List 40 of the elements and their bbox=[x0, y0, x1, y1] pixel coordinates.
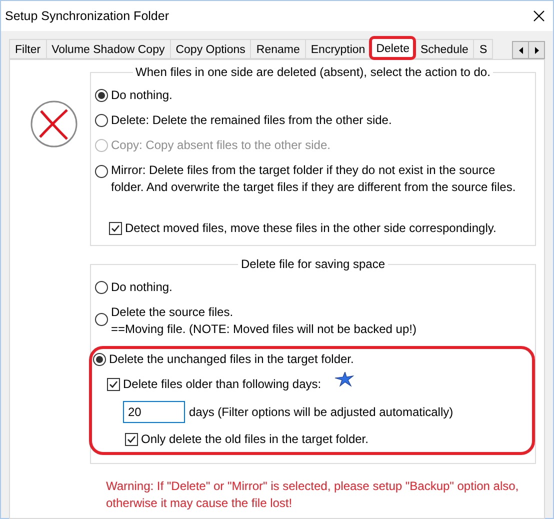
tab[interactable]: Delete bbox=[370, 37, 416, 59]
tab[interactable]: Filter bbox=[9, 39, 47, 59]
option-label: Do nothing. bbox=[111, 87, 172, 104]
radio-button[interactable] bbox=[95, 165, 108, 178]
scroll-left-button[interactable] bbox=[512, 41, 529, 59]
radio-button[interactable] bbox=[95, 313, 108, 326]
days-label: days (Filter options will be adjusted automatically) bbox=[189, 404, 454, 420]
radio-button[interactable] bbox=[95, 281, 108, 294]
radio-button[interactable] bbox=[95, 114, 108, 127]
option-label: Delete: Delete the remained files from the other side. bbox=[111, 112, 392, 129]
option-label: Delete the source files. ==Moving file. (NOTE: Moved files will not be backed up!) bbox=[111, 304, 416, 338]
checkbox[interactable] bbox=[125, 433, 138, 446]
checkbox-label: Detect moved files, move these files in the other side correspondingly. bbox=[125, 220, 496, 237]
option-label: Do nothing. bbox=[111, 279, 172, 296]
tab[interactable]: S bbox=[473, 39, 494, 59]
checkbox[interactable] bbox=[107, 378, 120, 391]
left-arrow-icon bbox=[518, 46, 522, 54]
warning-text: Warning: If "Delete" or "Mirror" is selected, please setup "Backup" option also, otherwise it may cause the file lost! bbox=[106, 478, 520, 512]
group-title: When files in one side are deleted (absent), select the action to do. bbox=[132, 65, 494, 79]
option-label: Copy: Copy absent files to the other side. bbox=[111, 137, 330, 154]
checkbox[interactable] bbox=[109, 222, 122, 235]
tab[interactable]: Volume Shadow Copy bbox=[46, 39, 171, 59]
window-title: Setup Synchronization Folder bbox=[5, 9, 169, 23]
scroll-right-button[interactable] bbox=[528, 41, 545, 59]
radio-button[interactable] bbox=[93, 353, 106, 366]
checkbox-label: Only delete the old files in the target folder. bbox=[141, 431, 368, 448]
delete-icon bbox=[30, 100, 78, 148]
tab[interactable]: Copy Options bbox=[170, 39, 252, 59]
right-arrow-icon bbox=[534, 46, 538, 54]
tab[interactable]: Schedule bbox=[414, 39, 474, 59]
checkbox-label: Delete files older than following days: bbox=[123, 376, 322, 393]
option-label: Mirror: Delete files from the target folder if they do not exist in the source folder. And overwrite the target files if they are different from the source files. bbox=[111, 162, 517, 196]
close-icon[interactable] bbox=[533, 10, 545, 22]
sparkle-icon bbox=[332, 372, 354, 388]
radio-button[interactable] bbox=[95, 89, 108, 102]
tab[interactable]: Encryption bbox=[304, 39, 372, 59]
group-title: Delete file for saving space bbox=[238, 257, 388, 271]
tab[interactable]: Rename bbox=[250, 39, 306, 59]
days-field[interactable]: 20 bbox=[123, 401, 185, 423]
option-label: Delete the unchanged files in the target folder. bbox=[109, 351, 354, 368]
